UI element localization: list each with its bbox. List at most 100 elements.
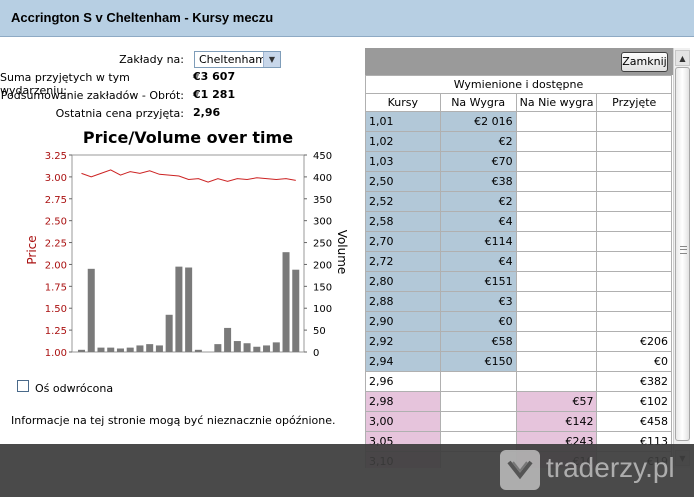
column-header-odds[interactable]: Kursy <box>365 93 441 112</box>
turnover-label: Podsumowanie zakładów - Obrót: <box>0 89 184 102</box>
back-cell[interactable]: €151 <box>439 271 517 292</box>
matched-cell[interactable] <box>596 191 672 212</box>
back-cell[interactable]: €0 <box>439 311 517 332</box>
back-cell[interactable]: €4 <box>439 251 517 272</box>
odds-cell[interactable]: 2,92 <box>365 331 441 352</box>
back-cell[interactable]: €70 <box>439 151 517 172</box>
lay-cell[interactable] <box>515 131 598 152</box>
matched-cell[interactable] <box>596 311 672 332</box>
matched-cell[interactable] <box>596 271 672 292</box>
lay-cell[interactable]: €57 <box>515 391 598 412</box>
table-row[interactable]: 2,80 €151 <box>365 271 672 292</box>
table-row[interactable]: 2,50 €38 <box>365 171 672 192</box>
scroll-thumb[interactable] <box>675 67 690 441</box>
table-row[interactable]: 2,88 €3 <box>365 291 672 312</box>
odds-cell[interactable]: 2,58 <box>365 211 441 232</box>
back-cell[interactable]: €4 <box>439 211 517 232</box>
table-row[interactable]: 3,00 €142 €458 <box>365 411 672 432</box>
reverse-axis-label: Oś odwrócona <box>35 382 114 395</box>
table-row[interactable]: 2,90 €0 <box>365 311 672 332</box>
lay-cell[interactable] <box>515 151 598 172</box>
back-cell[interactable] <box>439 391 517 412</box>
y-tick-label: 3.25 <box>45 151 67 162</box>
lay-cell[interactable] <box>515 291 598 312</box>
lay-cell[interactable] <box>515 171 598 192</box>
lay-cell[interactable] <box>515 231 598 252</box>
table-row[interactable]: 1,02 €2 <box>365 131 672 152</box>
odds-cell[interactable]: 3,00 <box>365 411 441 432</box>
table-row[interactable]: 2,70 €114 <box>365 231 672 252</box>
lay-cell[interactable] <box>515 211 598 232</box>
table-row[interactable]: 1,01 €2 016 <box>365 111 672 132</box>
table-row[interactable]: 2,98 €57 €102 <box>365 391 672 412</box>
y-axis-label: Price <box>25 235 39 264</box>
table-row[interactable]: 2,58 €4 <box>365 211 672 232</box>
matched-cell[interactable]: €206 <box>596 331 672 352</box>
back-cell[interactable]: €114 <box>439 231 517 252</box>
y2-tick-label: 50 <box>313 326 326 337</box>
lay-cell[interactable]: €142 <box>515 411 598 432</box>
odds-cell[interactable]: 2,72 <box>365 251 441 272</box>
odds-cell[interactable]: 2,96 <box>365 371 441 392</box>
back-cell[interactable]: €150 <box>439 351 517 372</box>
odds-cell[interactable]: 2,98 <box>365 391 441 412</box>
back-cell[interactable]: €2 016 <box>439 111 517 132</box>
table-row[interactable]: 2,72 €4 <box>365 251 672 272</box>
close-button[interactable]: Zamknij <box>621 52 668 72</box>
table-row[interactable]: 2,92 €58 €206 <box>365 331 672 352</box>
odds-cell[interactable]: 1,01 <box>365 111 441 132</box>
matched-cell[interactable] <box>596 151 672 172</box>
y2-tick-label: 450 <box>313 151 332 162</box>
matched-cell[interactable]: €458 <box>596 411 672 432</box>
table-row[interactable]: 2,94 €150 €0 <box>365 351 672 372</box>
table-row[interactable]: 2,96 €382 <box>365 371 672 392</box>
odds-cell[interactable]: 1,03 <box>365 151 441 172</box>
volume-bar <box>136 345 144 352</box>
lay-cell[interactable] <box>515 271 598 292</box>
lay-cell[interactable] <box>515 311 598 332</box>
matched-cell[interactable] <box>596 211 672 232</box>
matched-cell[interactable]: €0 <box>596 351 672 372</box>
back-cell[interactable] <box>439 371 517 392</box>
column-header-back[interactable]: Na Wygra <box>439 93 517 112</box>
lay-cell[interactable] <box>515 191 598 212</box>
odds-cell[interactable]: 2,94 <box>365 351 441 372</box>
panel-scrollbar[interactable]: ▲ ▼ <box>673 48 690 468</box>
lay-cell[interactable] <box>515 331 598 352</box>
scroll-up-icon[interactable]: ▲ <box>675 50 690 66</box>
back-cell[interactable]: €38 <box>439 171 517 192</box>
matched-cell[interactable] <box>596 131 672 152</box>
chevron-down-icon[interactable]: ▼ <box>263 52 280 67</box>
back-cell[interactable]: €2 <box>439 191 517 212</box>
back-cell[interactable] <box>439 411 517 432</box>
lay-cell[interactable] <box>515 351 598 372</box>
back-cell[interactable]: €3 <box>439 291 517 312</box>
odds-cell[interactable]: 2,80 <box>365 271 441 292</box>
watermark: traderzy.pl <box>500 448 690 492</box>
matched-cell[interactable] <box>596 171 672 192</box>
odds-cell[interactable]: 2,70 <box>365 231 441 252</box>
matched-cell[interactable] <box>596 291 672 312</box>
matched-cell[interactable]: €102 <box>596 391 672 412</box>
matched-cell[interactable] <box>596 231 672 252</box>
matched-cell[interactable]: €382 <box>596 371 672 392</box>
lay-cell[interactable] <box>515 371 598 392</box>
matched-cell[interactable] <box>596 111 672 132</box>
lay-cell[interactable] <box>515 251 598 272</box>
bets-on-select[interactable]: Cheltenham ▼ <box>194 51 281 68</box>
odds-cell[interactable]: 1,02 <box>365 131 441 152</box>
table-row[interactable]: 2,52 €2 <box>365 191 672 212</box>
y-tick-label: 2.50 <box>45 217 67 228</box>
odds-cell[interactable]: 2,88 <box>365 291 441 312</box>
column-header-lay[interactable]: Na Nie wygra <box>515 93 598 112</box>
back-cell[interactable]: €2 <box>439 131 517 152</box>
odds-cell[interactable]: 2,50 <box>365 171 441 192</box>
lay-cell[interactable] <box>515 111 598 132</box>
table-row[interactable]: 1,03 €70 <box>365 151 672 172</box>
matched-cell[interactable] <box>596 251 672 272</box>
odds-cell[interactable]: 2,90 <box>365 311 441 332</box>
odds-cell[interactable]: 2,52 <box>365 191 441 212</box>
back-cell[interactable]: €58 <box>439 331 517 352</box>
column-header-matched[interactable]: Przyjęte <box>596 93 672 112</box>
reverse-axis-checkbox[interactable] <box>17 380 29 392</box>
